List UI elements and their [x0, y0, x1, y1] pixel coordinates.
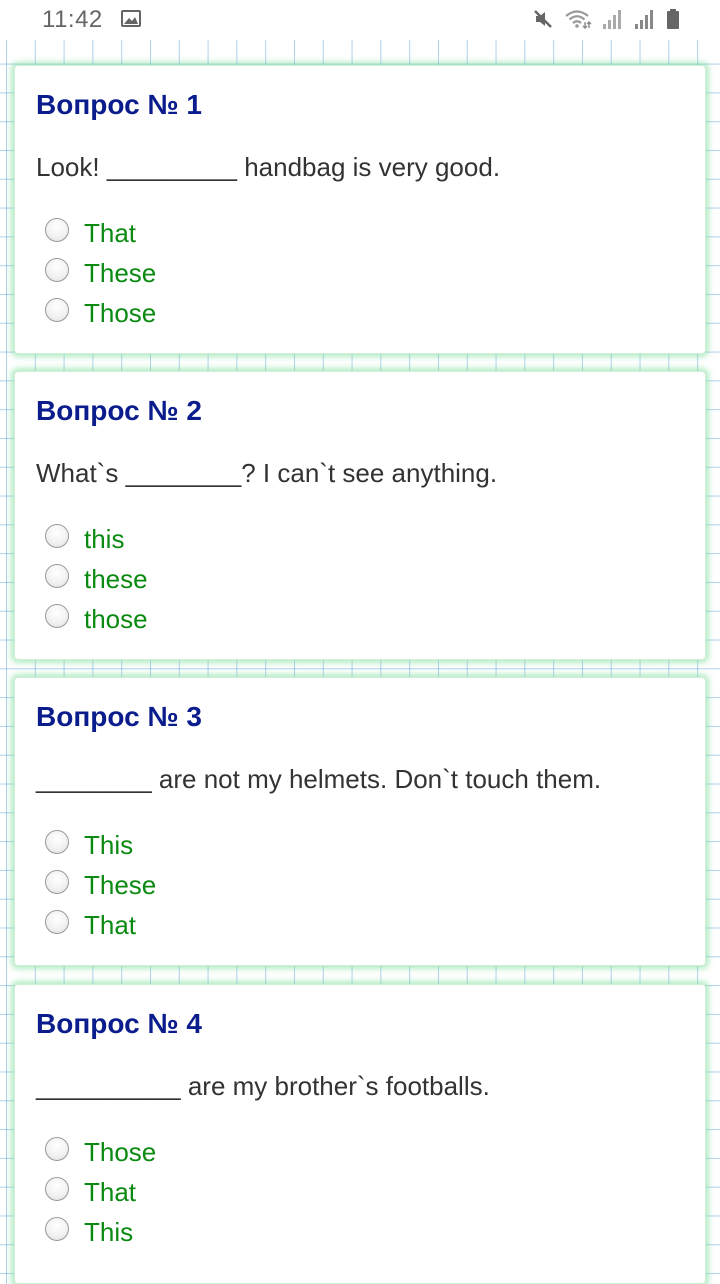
- answer-option-label[interactable]: These: [84, 258, 156, 289]
- answer-option-label[interactable]: Those: [84, 1137, 156, 1168]
- radio-button[interactable]: [45, 218, 69, 242]
- radio-button[interactable]: [45, 298, 69, 322]
- answer-option-label[interactable]: These: [84, 870, 156, 901]
- question-card-1: Вопрос № 1 Look! _________ handbag is ve…: [14, 65, 706, 354]
- radio-button[interactable]: [45, 870, 69, 894]
- status-icons: [532, 6, 680, 32]
- question-title: Вопрос № 3: [36, 701, 202, 732]
- status-time: 11:42: [42, 6, 103, 33]
- radio-button[interactable]: [45, 1137, 69, 1161]
- answer-option-label[interactable]: this: [84, 524, 124, 555]
- question-title: Вопрос № 4: [36, 1008, 202, 1039]
- wifi-icon: [565, 10, 592, 29]
- image-icon: [121, 10, 141, 27]
- battery-icon: [667, 9, 679, 29]
- answer-option-label[interactable]: these: [84, 564, 148, 595]
- signal-1-icon: [603, 10, 621, 29]
- radio-button[interactable]: [45, 564, 69, 588]
- mute-icon: [534, 10, 552, 28]
- answer-option-label[interactable]: This: [84, 830, 133, 861]
- question-card-4: Вопрос № 4 __________ are my brother`s f…: [14, 984, 706, 1284]
- answer-option-label[interactable]: That: [84, 910, 136, 941]
- question-card-3: Вопрос № 3 ________ are not my helmets. …: [14, 677, 706, 966]
- radio-button[interactable]: [45, 258, 69, 282]
- radio-button[interactable]: [45, 1217, 69, 1241]
- question-card-2: Вопрос № 2 What`s ________? I can`t see …: [14, 371, 706, 660]
- answer-option-label[interactable]: That: [84, 1177, 136, 1208]
- radio-button[interactable]: [45, 830, 69, 854]
- question-title: Вопрос № 2: [36, 395, 202, 426]
- question-text: What`s ________? I can`t see anything.: [36, 458, 498, 488]
- answer-option-label[interactable]: Those: [84, 298, 156, 329]
- answer-option-label[interactable]: This: [84, 1217, 133, 1248]
- radio-button[interactable]: [45, 604, 69, 628]
- question-title: Вопрос № 1: [36, 89, 202, 120]
- radio-button[interactable]: [45, 524, 69, 548]
- radio-button[interactable]: [45, 1177, 69, 1201]
- question-text: Look! _________ handbag is very good.: [36, 152, 501, 182]
- answer-option-label[interactable]: That: [84, 218, 136, 249]
- answer-option-label[interactable]: those: [84, 604, 148, 635]
- question-text: __________ are my brother`s footballs.: [36, 1071, 490, 1101]
- status-bar: 11:42: [0, 0, 720, 40]
- radio-button[interactable]: [45, 910, 69, 934]
- signal-2-icon: [635, 10, 653, 29]
- question-text: ________ are not my helmets. Don`t touch…: [36, 764, 602, 794]
